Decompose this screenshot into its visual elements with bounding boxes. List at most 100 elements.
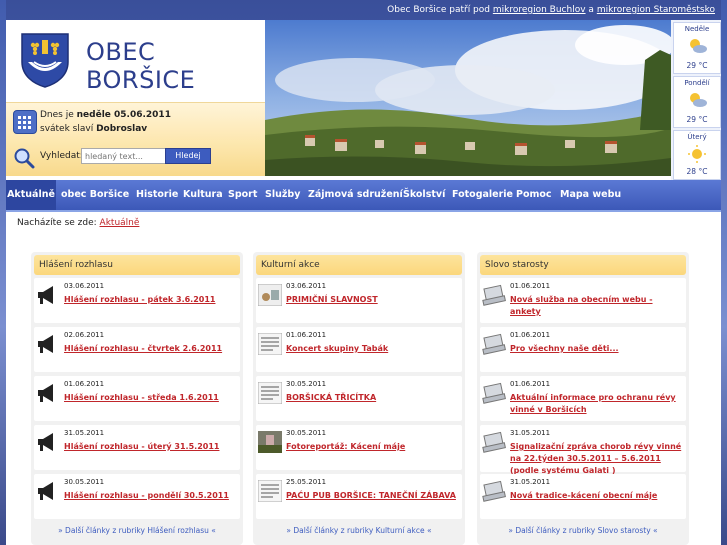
- nav-item-sluzby[interactable]: Služby: [265, 180, 300, 210]
- column-title: Kulturní akce: [256, 255, 462, 275]
- date-box: Dnes je neděle 05.06.2011 svátek slaví D…: [6, 102, 265, 141]
- nav-item-historie[interactable]: Historie: [136, 180, 178, 210]
- search-input[interactable]: [81, 148, 167, 164]
- megaphone-icon: [38, 335, 53, 353]
- item-link[interactable]: Hlášení rozhlasu - úterý 31.5.2011: [64, 441, 238, 453]
- main-navigation: Aktuálně obec Boršice Historie Kultura S…: [6, 180, 721, 212]
- list-item: 31.05.2011 Nová tradice-kácení obecní má…: [480, 474, 686, 519]
- breadcrumb: Nacházíte se zde: Aktuálně: [6, 212, 721, 234]
- item-date: 01.06.2011: [510, 380, 551, 388]
- nav-item-skolstvi[interactable]: Školství: [403, 180, 445, 210]
- nav-item-sport[interactable]: Sport: [228, 180, 257, 210]
- main-content: Hlášení rozhlasu 03.06.2011 Hlášení rozh…: [6, 234, 721, 545]
- item-link[interactable]: Nová tradice-kácení obecní máje: [510, 490, 684, 502]
- nav-item-kultura[interactable]: Kultura: [183, 180, 223, 210]
- laptop-icon: [482, 480, 506, 502]
- search-button[interactable]: Hledej: [165, 148, 211, 164]
- search-box: Vyhledat: Hledej: [6, 140, 265, 176]
- nav-item-zajmova-sdruzeni[interactable]: Zájmová sdružení: [308, 180, 403, 210]
- nav-item-mapa-webu[interactable]: Mapa webu: [560, 180, 621, 210]
- topbar-middle: a: [588, 5, 594, 15]
- breadcrumb-current[interactable]: Aktuálně: [100, 218, 140, 228]
- item-link[interactable]: Koncert skupiny Tabák: [286, 343, 460, 355]
- topbar-prefix: Obec Boršice patří pod: [387, 5, 490, 15]
- column-title-text: Hlášení rozhlasu: [39, 260, 113, 270]
- item-link[interactable]: PAĆU PUB BORŠICE: TANEČNÍ ZÁBAVA: [286, 490, 460, 502]
- partly-cloudy-icon: [690, 39, 707, 53]
- village-panorama-photo: [265, 20, 671, 176]
- list-item: 31.05.2011 Signalizační zpráva chorob ré…: [480, 425, 686, 475]
- column-title: Hlášení rozhlasu: [34, 255, 240, 275]
- date-text: Dnes je neděle 05.06.2011 svátek slaví D…: [40, 108, 171, 136]
- weather-day-2: Pondělí 29 °C: [673, 76, 721, 128]
- item-link[interactable]: Hlášení rozhlasu - středa 1.6.2011: [64, 392, 238, 404]
- list-item: 30.05.2011 Fotoreportáž: Kácení máje: [256, 425, 462, 470]
- magnifier-icon: [14, 148, 35, 169]
- list-item: 01.06.2011 Pro všechny naše děti...: [480, 327, 686, 372]
- column-hlaseni-rozhlasu: Hlášení rozhlasu 03.06.2011 Hlášení rozh…: [31, 252, 243, 545]
- link-mikroregion-staromestsko[interactable]: mikroregion Staroměstsko: [597, 5, 715, 15]
- event-thumbnail: [258, 480, 282, 502]
- nav-item-obec-borsice[interactable]: obec Boršice: [61, 180, 129, 210]
- site-title: OBEC BORŠICE: [86, 38, 196, 94]
- item-date: 01.06.2011: [510, 282, 551, 290]
- partly-cloudy-icon: [690, 93, 707, 107]
- item-link[interactable]: Hlášení rozhlasu - pátek 3.6.2011: [64, 294, 238, 306]
- megaphone-icon: [38, 384, 53, 402]
- list-item: 25.05.2011 PAĆU PUB BORŠICE: TANEČNÍ ZÁB…: [256, 474, 462, 519]
- list-item: 30.05.2011 Hlášení rozhlasu - pondělí 30…: [34, 474, 240, 519]
- list-item: 03.06.2011 PRIMIČNÍ SLAVNOST: [256, 278, 462, 323]
- column-title: Slovo starosty: [480, 255, 686, 275]
- more-articles-link[interactable]: » Další články z rubriky Hlášení rozhlas…: [31, 526, 243, 535]
- weather-temp: 28 °C: [686, 167, 708, 176]
- weather-temp: 29 °C: [686, 115, 708, 124]
- more-articles-link[interactable]: » Další články z rubriky Slovo starosty …: [477, 526, 689, 535]
- coat-of-arms-logo: [21, 33, 69, 88]
- event-thumbnail: [258, 333, 282, 355]
- weather-widget: Neděle 29 °C Pondělí 29 °C Úterý 28 °C: [671, 20, 721, 180]
- nav-item-fotogalerie[interactable]: Fotogalerie: [452, 180, 513, 210]
- item-date: 31.05.2011: [510, 478, 551, 486]
- nav-item-aktualne[interactable]: Aktuálně: [6, 180, 56, 210]
- nameday-value: Dobroslav: [96, 124, 148, 134]
- weather-day-label: Pondělí: [684, 79, 710, 87]
- right-border: [721, 0, 727, 545]
- nav-item-pomoc[interactable]: Pomoc: [516, 180, 552, 210]
- nameday-prefix: svátek slaví: [40, 124, 94, 134]
- sun-icon: [688, 145, 706, 163]
- item-date: 01.06.2011: [510, 331, 551, 339]
- laptop-icon: [482, 284, 506, 306]
- list-item: 01.06.2011 Koncert skupiny Tabák: [256, 327, 462, 372]
- calendar-icon: [13, 110, 37, 134]
- item-date: 03.06.2011: [286, 282, 327, 290]
- item-date: 01.06.2011: [286, 331, 327, 339]
- item-date: 03.06.2011: [64, 282, 105, 290]
- item-date: 25.05.2011: [286, 478, 327, 486]
- weather-day-label: Úterý: [687, 133, 707, 141]
- item-link[interactable]: Pro všechny naše děti...: [510, 343, 684, 355]
- item-link[interactable]: Hlášení rozhlasu - pondělí 30.5.2011: [64, 490, 238, 502]
- item-link[interactable]: PRIMIČNÍ SLAVNOST: [286, 294, 460, 306]
- event-thumbnail: [258, 382, 282, 404]
- more-articles-link[interactable]: » Další články z rubriky Kulturní akce «: [253, 526, 465, 535]
- item-link[interactable]: BORŠICKÁ TŘICÍTKA: [286, 392, 460, 404]
- item-link[interactable]: Nová služba na obecním webu - ankety: [510, 294, 684, 318]
- date-value: neděle 05.06.2011: [76, 110, 171, 120]
- item-link[interactable]: Signalizační zpráva chorob révy vinné na…: [510, 441, 684, 477]
- column-title-text: Slovo starosty: [485, 260, 549, 270]
- item-link[interactable]: Fotoreportáž: Kácení máje: [286, 441, 460, 453]
- megaphone-icon: [38, 482, 53, 500]
- weather-temp: 29 °C: [686, 61, 708, 70]
- list-item: 03.06.2011 Hlášení rozhlasu - pátek 3.6.…: [34, 278, 240, 323]
- list-item: 30.05.2011 BORŠICKÁ TŘICÍTKA: [256, 376, 462, 421]
- laptop-icon: [482, 431, 506, 453]
- item-link[interactable]: Hlášení rozhlasu - čtvrtek 2.6.2011: [64, 343, 238, 355]
- item-date: 31.05.2011: [64, 429, 105, 437]
- list-item: 01.06.2011 Hlášení rozhlasu - středa 1.6…: [34, 376, 240, 421]
- logo-area[interactable]: OBEC BORŠICE: [6, 20, 265, 102]
- column-kulturni-akce: Kulturní akce 03.06.2011 PRIMIČNÍ SLAVNO…: [253, 252, 465, 545]
- laptop-icon: [482, 333, 506, 355]
- event-thumbnail: [258, 431, 282, 453]
- item-link[interactable]: Aktuální informace pro ochranu révy vinn…: [510, 392, 684, 416]
- link-mikroregion-buchlov[interactable]: mikroregion Buchlov: [493, 5, 586, 15]
